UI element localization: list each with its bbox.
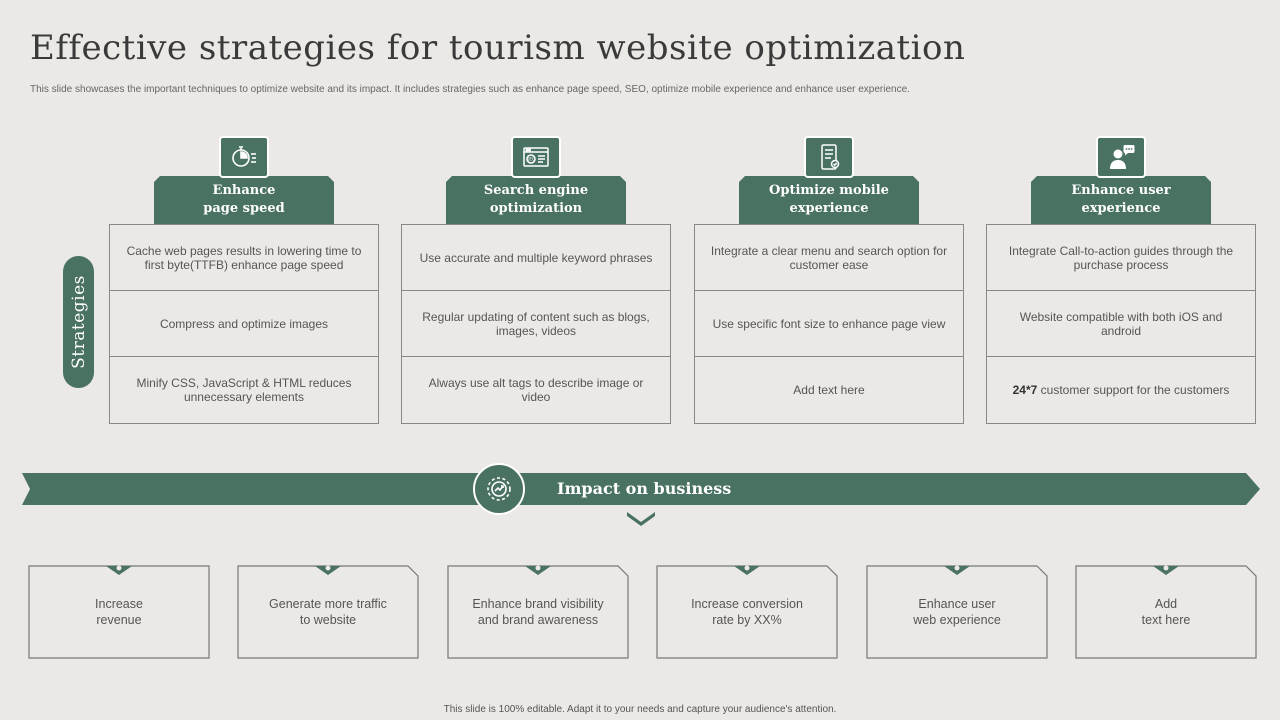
impact-title: Impact on business: [557, 479, 732, 498]
impact-card: Add text here: [1075, 565, 1257, 659]
strategy-heading-tab: Search engine optimization: [446, 176, 626, 224]
strategy-items: Integrate Call-to-action guides through …: [986, 224, 1256, 424]
strategy-items: Integrate a clear menu and search option…: [694, 224, 964, 424]
impact-card: Increase revenue: [28, 565, 210, 659]
impact-card-text: Add text here: [1141, 597, 1191, 627]
strategy-column-user-experience: Enhance user experience Integrate Call-t…: [986, 136, 1256, 424]
strategy-item: Add text here: [793, 383, 865, 397]
page-title: Effective strategies for tourism website…: [30, 28, 966, 68]
impact-card-text: Generate more traffic to website: [269, 597, 387, 627]
user-chat-icon: [1096, 136, 1146, 178]
strategies-label-text: Strategies: [68, 275, 89, 369]
strategy-item: Cache web pages results in lowering time…: [110, 225, 378, 291]
impact-card-text: Enhance user web experience: [913, 597, 1001, 627]
chevron-down-icon: [627, 512, 655, 526]
page-subtitle: This slide showcases the important techn…: [30, 84, 910, 95]
gear-growth-icon: [473, 463, 525, 515]
strategy-item: Use accurate and multiple keyword phrase…: [402, 225, 670, 291]
impact-card: Increase conversion rate by XX%: [656, 565, 838, 659]
strategy-column-seo: SEO Search engine optimization Use accur…: [401, 136, 671, 424]
strategy-heading-tab: Enhance user experience: [1031, 176, 1211, 224]
strategy-item: Integrate Call-to-action guides through …: [987, 225, 1255, 291]
strategy-item: Website compatible with both iOS and and…: [987, 291, 1255, 357]
strategy-item: 24*7 customer support for the customers: [987, 357, 1255, 423]
impact-card: Enhance user web experience: [866, 565, 1048, 659]
impact-card-text: Enhance brand visibility and brand aware…: [472, 597, 604, 627]
strategy-heading-tab: Enhance page speed: [154, 176, 334, 224]
seo-browser-icon: SEO: [511, 136, 561, 178]
strategies-side-label: Strategies: [63, 256, 94, 388]
impact-card-text: Increase revenue: [95, 597, 143, 627]
mobile-phone-icon: [804, 136, 854, 178]
impact-card: Enhance brand visibility and brand aware…: [447, 565, 629, 659]
strategy-heading: Optimize mobile experience: [769, 183, 889, 216]
strategy-item-text: customer support for the customers: [1040, 383, 1230, 397]
strategy-item: Integrate a clear menu and search option…: [695, 225, 963, 291]
strategy-item: Regular updating of content such as blog…: [402, 291, 670, 357]
strategy-heading: Enhance page speed: [203, 183, 285, 216]
stopwatch-icon: [219, 136, 269, 178]
strategy-column-mobile: Optimize mobile experience Integrate a c…: [694, 136, 964, 424]
strategy-items: Cache web pages results in lowering time…: [109, 224, 379, 424]
strategy-heading: Search engine optimization: [483, 183, 589, 216]
footer-note: This slide is 100% editable. Adapt it to…: [443, 704, 837, 715]
strategy-items: Use accurate and multiple keyword phrase…: [401, 224, 671, 424]
strategy-item: Use specific font size to enhance page v…: [695, 291, 963, 357]
impact-card: Generate more traffic to website: [237, 565, 419, 659]
impact-card-text: Increase conversion rate by XX%: [691, 597, 803, 627]
strategy-heading: Enhance user experience: [1071, 183, 1171, 216]
svg-text:SEO: SEO: [527, 157, 535, 162]
strategy-item: Minify CSS, JavaScript & HTML reduces un…: [136, 376, 352, 404]
strategy-heading-tab: Optimize mobile experience: [739, 176, 919, 224]
strategy-column-page-speed: Enhance page speed Cache web pages resul…: [109, 136, 379, 424]
strategy-item: Always use alt tags to describe image or…: [428, 376, 644, 404]
support-hours: 24*7: [1012, 383, 1038, 397]
strategy-item: Compress and optimize images: [110, 291, 378, 357]
